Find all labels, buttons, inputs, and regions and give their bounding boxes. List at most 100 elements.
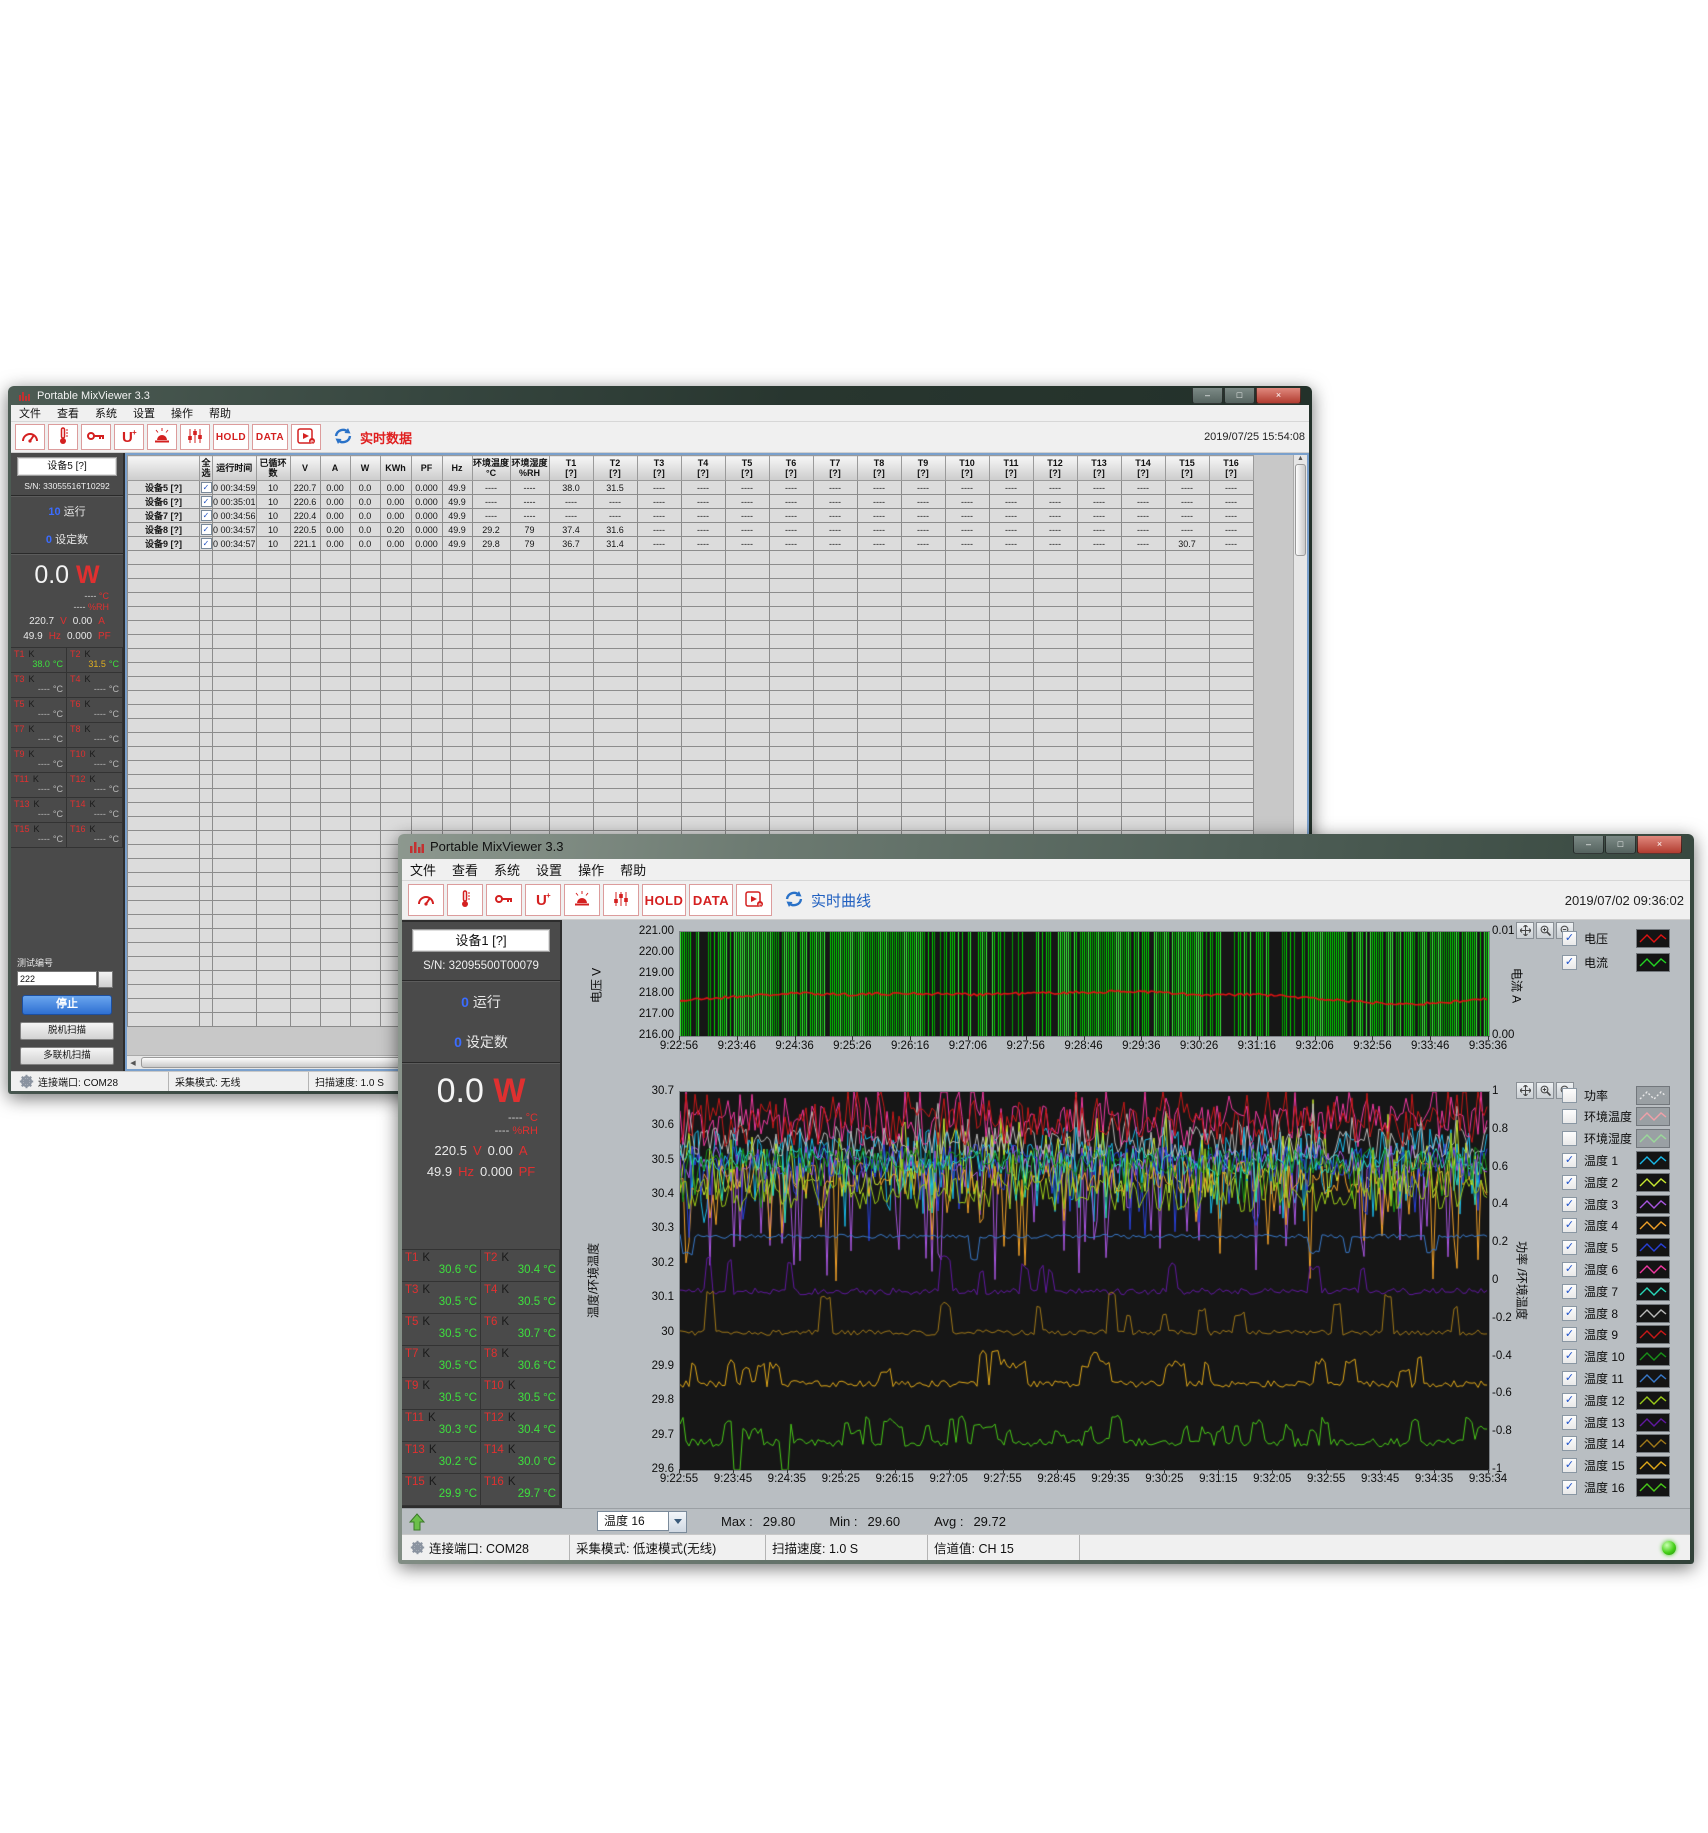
select-cell[interactable]: ✓ (200, 537, 213, 551)
close-button[interactable]: × (1637, 836, 1682, 854)
legend-checkbox[interactable] (1562, 1088, 1577, 1103)
column-header-3[interactable]: V (290, 456, 320, 481)
data-button[interactable]: DATA (252, 424, 288, 450)
hold-button[interactable]: HOLD (642, 884, 686, 916)
channel-select[interactable]: 温度 16 (597, 1511, 687, 1533)
offline-scan-button[interactable]: 脱机扫描 (20, 1022, 114, 1040)
row-checkbox[interactable]: ✓ (201, 496, 212, 507)
voltage-current-plot[interactable] (679, 931, 1490, 1037)
legend-checkbox[interactable]: ✓ (1562, 1415, 1577, 1430)
menu-item-2[interactable]: 系统 (87, 404, 125, 422)
export-button[interactable]: e (736, 884, 772, 916)
test-id-spinner[interactable] (98, 971, 113, 988)
menu-item-5[interactable]: 帮助 (612, 859, 654, 880)
magnet-button[interactable]: U+ (114, 424, 144, 450)
legend-checkbox[interactable]: ✓ (1562, 931, 1577, 946)
column-header-18[interactable]: T8[?] (857, 456, 901, 481)
sliders-button[interactable] (180, 424, 210, 450)
alarm-button[interactable] (564, 884, 600, 916)
select-cell[interactable]: ✓ (200, 523, 213, 537)
column-header-4[interactable]: A (320, 456, 350, 481)
column-header-6[interactable]: KWh (380, 456, 411, 481)
menu-item-0[interactable]: 文件 (402, 859, 444, 880)
legend-checkbox[interactable]: ✓ (1562, 1436, 1577, 1451)
legend-checkbox[interactable]: ✓ (1562, 1197, 1577, 1212)
alarm-button[interactable] (147, 424, 177, 450)
legend-checkbox[interactable]: ✓ (1562, 1327, 1577, 1342)
column-header-14[interactable]: T4[?] (681, 456, 725, 481)
menu-item-1[interactable]: 查看 (49, 404, 87, 422)
row-checkbox[interactable]: ✓ (201, 482, 212, 493)
column-header-16[interactable]: T6[?] (769, 456, 813, 481)
channel-select-value[interactable]: 温度 16 (597, 1511, 669, 1531)
legend-checkbox[interactable]: ✓ (1562, 1393, 1577, 1408)
legend-checkbox[interactable]: ✓ (1562, 1480, 1577, 1495)
table-row[interactable]: 设备9 [?]✓0 00:34:5710221.10.000.00.000.00… (128, 537, 1254, 551)
menu-item-3[interactable]: 设置 (528, 859, 570, 880)
column-header-8[interactable]: Hz (442, 456, 472, 481)
table-row[interactable]: 设备7 [?]✓0 00:34:5610220.40.000.00.000.00… (128, 509, 1254, 523)
menu-item-4[interactable]: 操作 (163, 404, 201, 422)
scroll-up-icon[interactable]: ▲ (1295, 455, 1307, 462)
column-header-0[interactable]: 全选 (200, 456, 213, 481)
thermometer-button[interactable] (48, 424, 78, 450)
titlebar[interactable]: Portable MixViewer 3.3 – □ × (11, 386, 1309, 405)
column-header-13[interactable]: T3[?] (637, 456, 681, 481)
dropdown-arrow-icon[interactable] (669, 1511, 687, 1533)
titlebar[interactable]: Portable MixViewer 3.3 – □ × (402, 834, 1690, 859)
column-header-9[interactable]: 环境温度°C (472, 456, 510, 481)
minimize-button[interactable]: – (1192, 388, 1223, 404)
minimize-button[interactable]: – (1573, 836, 1604, 854)
legend-checkbox[interactable] (1562, 1109, 1577, 1124)
device-name-cell[interactable]: 设备8 [?] (128, 523, 200, 537)
device-name-cell[interactable]: 设备9 [?] (128, 537, 200, 551)
column-header-23[interactable]: T13[?] (1077, 456, 1121, 481)
zoom-in-icon[interactable] (1536, 1082, 1554, 1099)
legend-checkbox[interactable]: ✓ (1562, 1306, 1577, 1321)
legend-checkbox[interactable]: ✓ (1562, 1218, 1577, 1233)
temperature-plot[interactable] (679, 1091, 1490, 1471)
legend-checkbox[interactable] (1562, 1131, 1577, 1146)
menu-item-5[interactable]: 帮助 (201, 404, 239, 422)
column-header-20[interactable]: T10[?] (945, 456, 989, 481)
table-row[interactable]: 设备8 [?]✓0 00:34:5710220.50.000.00.200.00… (128, 523, 1254, 537)
menu-item-4[interactable]: 操作 (570, 859, 612, 880)
column-header-1[interactable]: 运行时间 (213, 456, 257, 481)
column-header-5[interactable]: W (350, 456, 380, 481)
stop-button[interactable]: 停止 (22, 995, 112, 1015)
legend-checkbox[interactable]: ✓ (1562, 1240, 1577, 1255)
legend-checkbox[interactable]: ✓ (1562, 1349, 1577, 1364)
row-checkbox[interactable]: ✓ (201, 510, 212, 521)
key-button[interactable] (486, 884, 522, 916)
column-header-21[interactable]: T11[?] (989, 456, 1033, 481)
device-name-cell[interactable]: 设备7 [?] (128, 509, 200, 523)
export-button[interactable]: e (291, 424, 321, 450)
thermometer-button[interactable] (447, 884, 483, 916)
column-header-26[interactable]: T16[?] (1209, 456, 1253, 481)
device-name-cell[interactable]: 设备5 [?] (128, 481, 200, 495)
menu-item-3[interactable]: 设置 (125, 404, 163, 422)
key-button[interactable] (81, 424, 111, 450)
maximize-button[interactable]: □ (1224, 388, 1255, 404)
column-header-15[interactable]: T5[?] (725, 456, 769, 481)
column-header-11[interactable]: T1[?] (549, 456, 593, 481)
row-checkbox[interactable]: ✓ (201, 524, 212, 535)
row-checkbox[interactable]: ✓ (201, 538, 212, 549)
hold-button[interactable]: HOLD (213, 424, 249, 450)
select-cell[interactable]: ✓ (200, 495, 213, 509)
column-header-10[interactable]: 环境湿度%RH (510, 456, 549, 481)
data-button[interactable]: DATA (689, 884, 733, 916)
test-id-input[interactable] (17, 971, 97, 986)
legend-checkbox[interactable]: ✓ (1562, 1262, 1577, 1277)
column-header-2[interactable]: 已循环数 (256, 456, 290, 481)
refresh-icon[interactable] (783, 889, 805, 912)
menu-item-2[interactable]: 系统 (486, 859, 528, 880)
menu-item-1[interactable]: 查看 (444, 859, 486, 880)
legend-checkbox[interactable]: ✓ (1562, 1153, 1577, 1168)
legend-checkbox[interactable]: ✓ (1562, 955, 1577, 970)
device-selector-button[interactable]: 设备5 [?] (17, 457, 117, 476)
close-button[interactable]: × (1256, 388, 1301, 404)
legend-checkbox[interactable]: ✓ (1562, 1175, 1577, 1190)
multi-scan-button[interactable]: 多联机扫描 (20, 1047, 114, 1065)
zoom-in-icon[interactable] (1536, 922, 1554, 939)
